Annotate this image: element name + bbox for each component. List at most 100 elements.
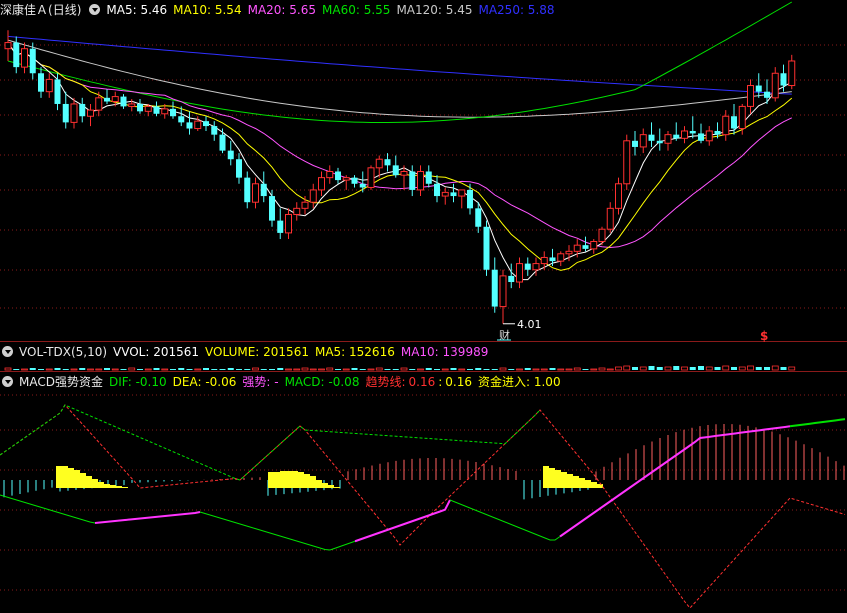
volume-bar [186, 369, 193, 370]
candle-down [714, 130, 721, 135]
candle-down [656, 140, 663, 144]
candle-up [417, 171, 424, 191]
candle-down [277, 220, 284, 233]
inflow-block [561, 472, 567, 488]
volume-bar [400, 367, 408, 371]
inflow-block [298, 472, 304, 488]
candle-up [705, 130, 713, 142]
candle-up [318, 177, 325, 191]
candle-up [441, 191, 449, 197]
candle-up [565, 250, 573, 255]
candle-down [384, 159, 391, 166]
candle-up [590, 240, 598, 250]
volume-bar [557, 368, 565, 371]
candle-up [95, 97, 103, 111]
volume-bar [573, 367, 581, 371]
volume-bar [326, 367, 334, 371]
volume-bar [178, 368, 185, 370]
inflow-block [292, 471, 298, 488]
candle-up [21, 48, 28, 68]
candle-down [409, 171, 416, 190]
dif-line-segment [0, 404, 541, 481]
volume-bar [598, 367, 606, 371]
inflow-block [116, 486, 122, 488]
inflow-block [74, 470, 80, 488]
candle-up [309, 189, 317, 203]
volume-bar [458, 368, 466, 371]
volume-bar [516, 368, 523, 371]
inflow-block [316, 480, 322, 488]
ma10-line [7, 42, 793, 271]
volume-bar [499, 367, 507, 371]
candle-down [79, 103, 86, 117]
dea-line [199, 511, 356, 551]
candle-up [639, 134, 647, 148]
volume-bar [639, 366, 647, 371]
candle-up [532, 263, 540, 271]
candle-up [722, 115, 730, 136]
volume-bar [269, 369, 275, 370]
dea-line [449, 499, 561, 541]
candle-down [260, 183, 267, 197]
volume-bar [491, 369, 498, 370]
ma20-line [7, 42, 793, 249]
candle-down [335, 171, 341, 181]
volume-bar [335, 369, 341, 370]
candle-up [615, 183, 622, 209]
candle-down [203, 121, 209, 127]
candle-up [367, 167, 375, 188]
volume-bar [565, 368, 573, 371]
dea-line [354, 499, 451, 543]
candle-up [301, 201, 309, 209]
candle-down [13, 42, 20, 68]
candle-down [425, 171, 432, 184]
candle-down [524, 263, 531, 270]
inflow-block [597, 484, 603, 488]
candle-down [673, 134, 680, 139]
candle-down [211, 126, 218, 135]
inflow-block [585, 480, 591, 488]
candle-up [738, 105, 746, 130]
candle-down [698, 133, 704, 141]
volume-bar [161, 368, 169, 371]
volume-bar [714, 367, 721, 370]
dollar-marker: $ [760, 329, 768, 343]
volume-bar [615, 366, 622, 371]
inflow-block [328, 485, 334, 488]
volume-bar [483, 369, 490, 370]
candle-down [227, 150, 234, 160]
candle-up [293, 207, 301, 215]
volume-bar [367, 368, 375, 371]
inflow-block [543, 466, 549, 488]
candle-up [45, 78, 53, 93]
volume-bar [780, 367, 787, 370]
volume-bar [623, 365, 631, 371]
ma5-line [7, 42, 793, 281]
inflow-block [549, 468, 555, 488]
candle-down [582, 245, 589, 249]
candle-up [788, 60, 796, 87]
volume-bar [738, 366, 746, 371]
inflow-block [591, 482, 597, 488]
volume-bar [170, 369, 176, 370]
candle-down [392, 165, 399, 176]
candle-down [244, 177, 251, 203]
volume-bar [285, 368, 292, 371]
candle-down [632, 140, 638, 147]
candle-up [285, 213, 292, 234]
volume-bar [375, 367, 383, 371]
volume-bar [29, 368, 36, 370]
volume-bar [475, 368, 482, 370]
candle-down [170, 108, 176, 117]
candle-up [400, 171, 408, 176]
candle-up [747, 85, 754, 107]
candle-down [137, 103, 143, 112]
candle-down [38, 73, 44, 92]
inflow-block [56, 466, 62, 488]
candle-up [161, 108, 169, 115]
volume-bar [13, 369, 20, 370]
candle-up [771, 72, 779, 99]
candle-up [557, 253, 565, 262]
candle-down [755, 85, 762, 92]
candle-up [111, 96, 119, 103]
